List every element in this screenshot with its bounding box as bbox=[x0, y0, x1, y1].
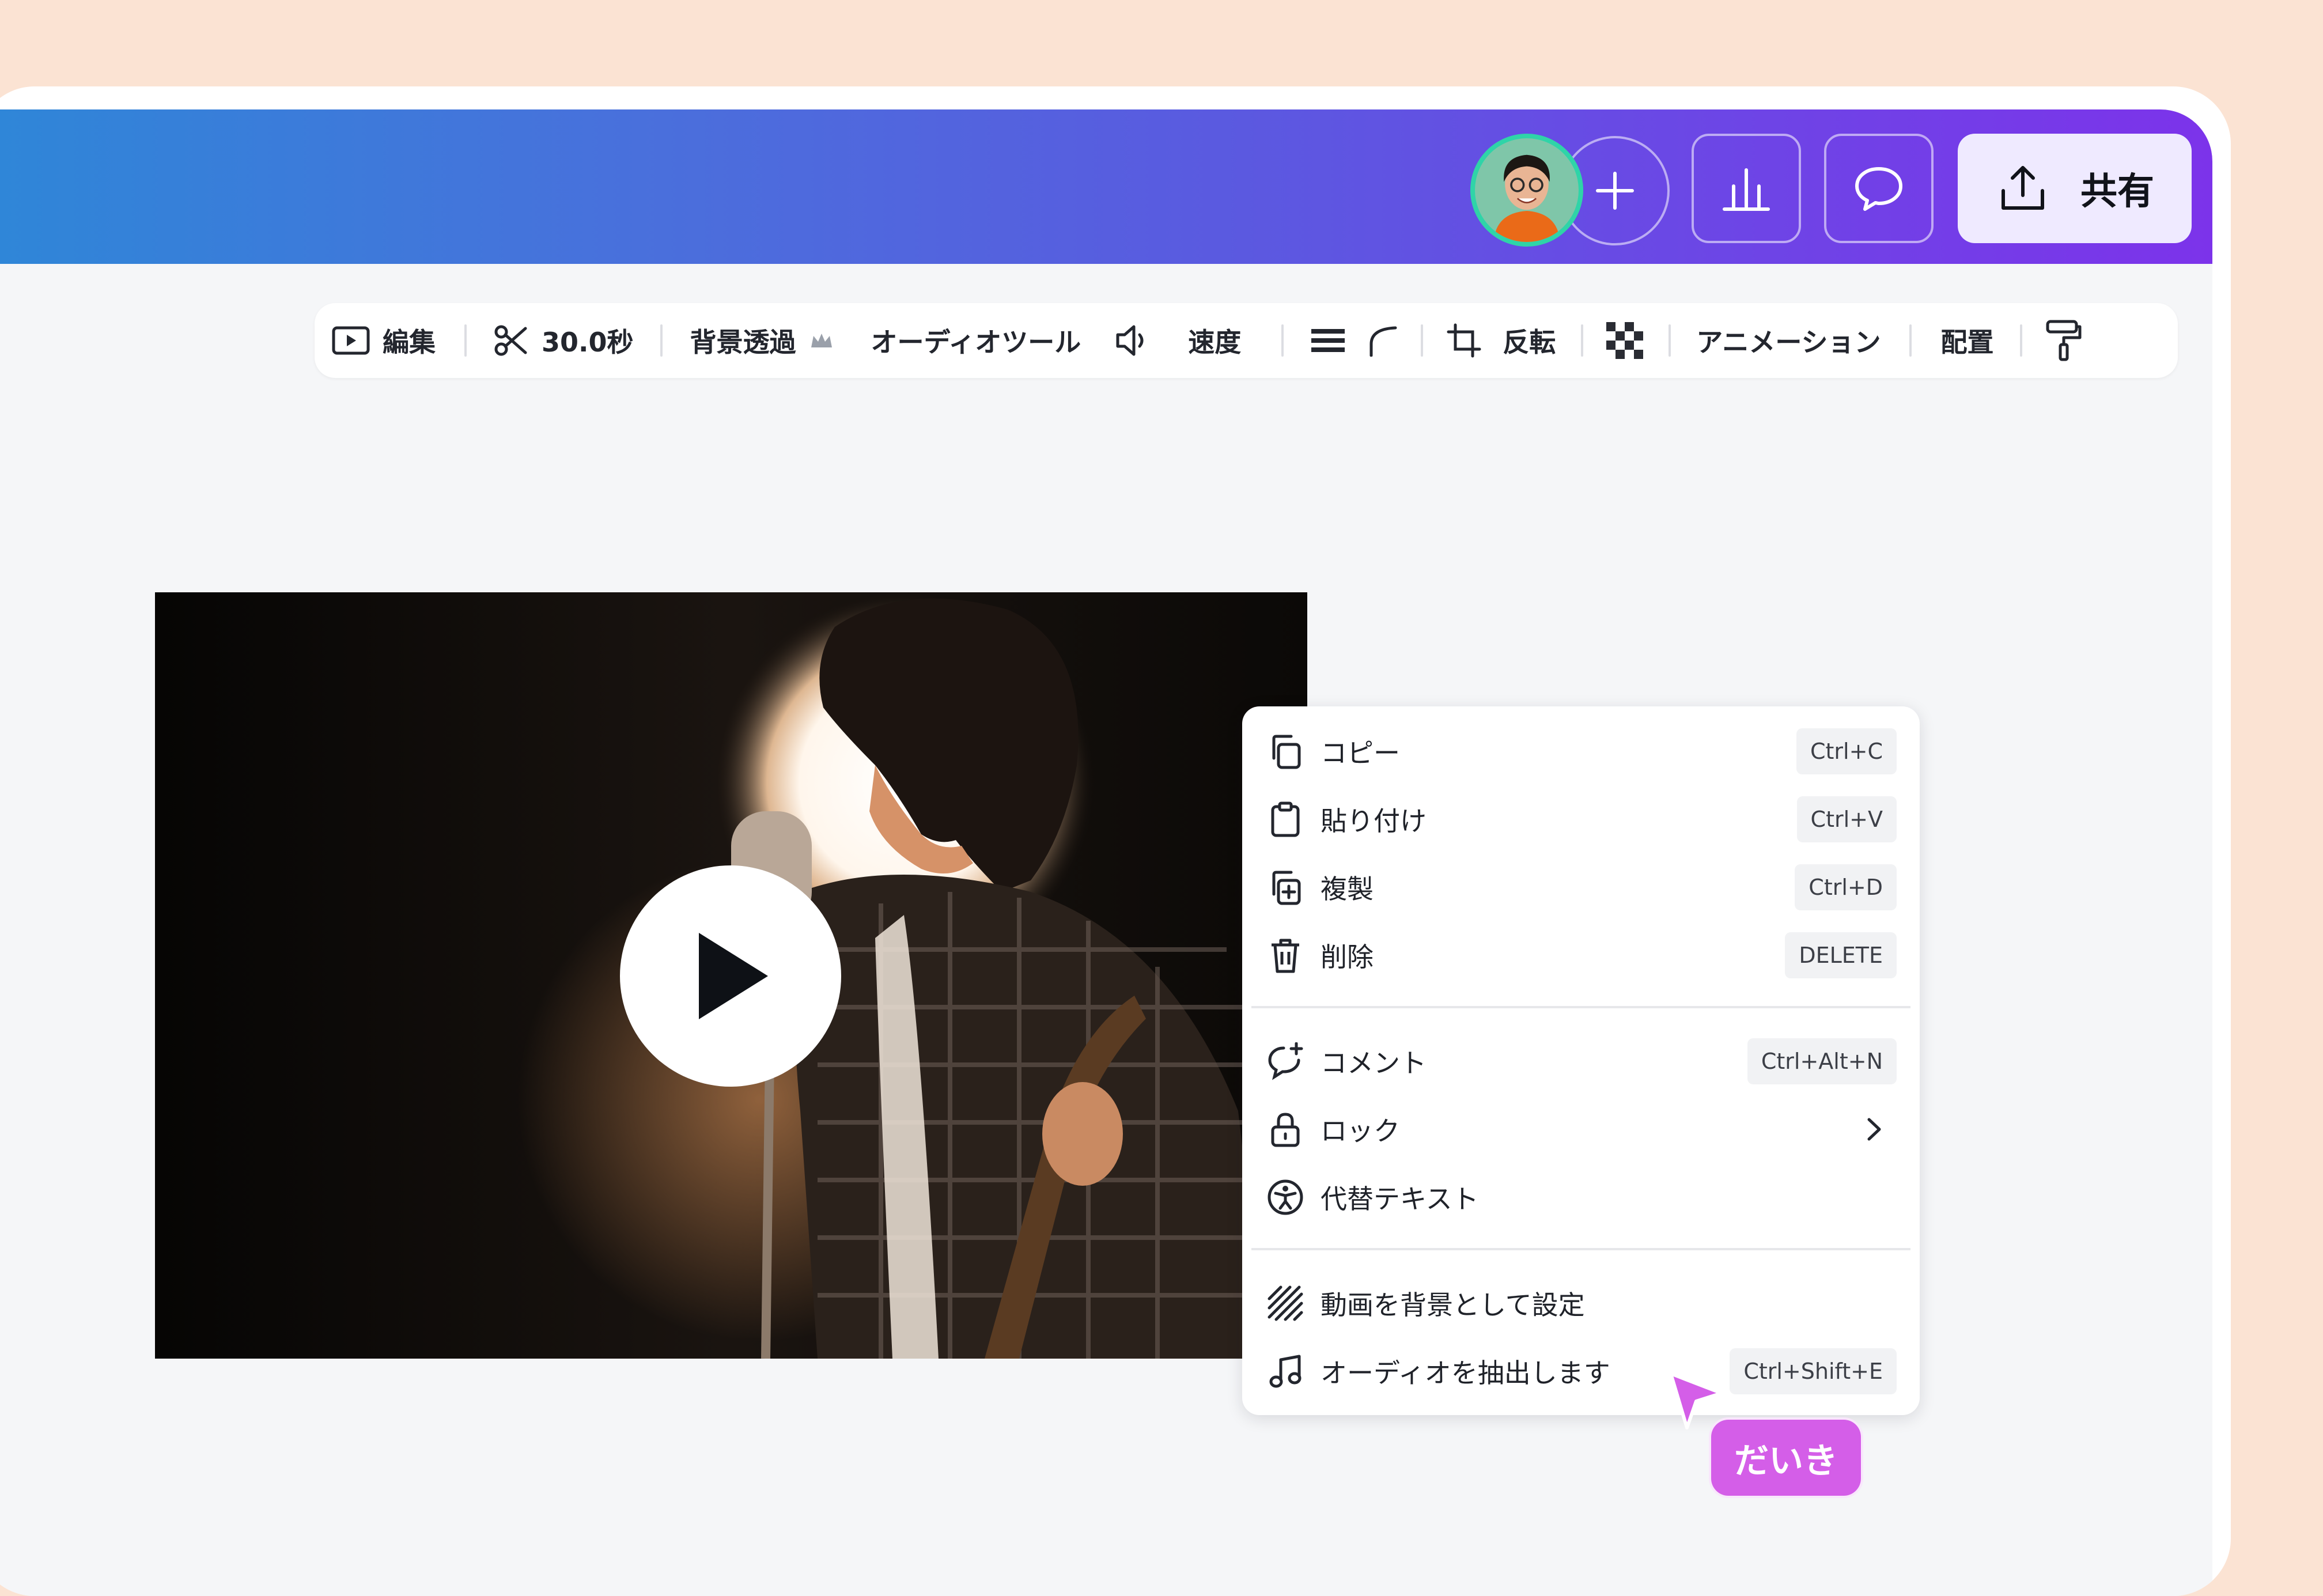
menu-item-alt-text[interactable]: 代替テキスト bbox=[1265, 1170, 1897, 1225]
toolbar-divider bbox=[2020, 324, 2023, 357]
menu-item-label: 貼り付け bbox=[1321, 805, 1427, 837]
menu-item-label: コメント bbox=[1321, 1047, 1427, 1079]
scissors-icon bbox=[494, 325, 527, 356]
element-toolbar: 編集 30.0秒 背景透過 オーディオツール 速度 反転 アニメーション 配置 bbox=[315, 303, 2178, 378]
menu-divider bbox=[1251, 1248, 1910, 1250]
video-frame-icon bbox=[332, 326, 370, 355]
trim-button[interactable]: 30.0秒 bbox=[493, 322, 634, 360]
crown-icon bbox=[811, 334, 832, 347]
play-icon bbox=[699, 933, 768, 1019]
toolbar-divider bbox=[1281, 324, 1284, 357]
toolbar-divider bbox=[1909, 324, 1912, 357]
accessibility-icon bbox=[1265, 1177, 1306, 1217]
add-comment-icon bbox=[1265, 1041, 1306, 1081]
menu-item-delete[interactable]: 削除 DELETE bbox=[1265, 928, 1897, 983]
menu-item-label: 動画を背景として設定 bbox=[1321, 1289, 1585, 1321]
copy-style-button[interactable] bbox=[2045, 319, 2082, 362]
menu-item-label: コピー bbox=[1321, 738, 1400, 769]
play-button[interactable] bbox=[620, 865, 841, 1087]
shortcut-badge: Ctrl+Shift+E bbox=[1730, 1348, 1897, 1394]
shortcut-badge: Ctrl+V bbox=[1796, 796, 1897, 842]
border-style-button[interactable] bbox=[1310, 326, 1346, 355]
hatch-pattern-icon bbox=[1265, 1283, 1306, 1323]
shortcut-badge: Ctrl+Alt+N bbox=[1747, 1038, 1897, 1084]
menu-item-lock[interactable]: ロック bbox=[1265, 1102, 1897, 1157]
corner-rounding-button[interactable] bbox=[1367, 324, 1399, 357]
menu-divider bbox=[1251, 1006, 1910, 1008]
animate-button[interactable]: アニメーション bbox=[1696, 322, 1881, 360]
menu-item-set-as-background[interactable]: 動画を背景として設定 bbox=[1265, 1276, 1897, 1331]
toolbar-divider bbox=[464, 324, 467, 357]
menu-item-paste[interactable]: 貼り付け Ctrl+V bbox=[1265, 792, 1897, 847]
flip-label: 反転 bbox=[1503, 327, 1556, 358]
paint-roller-icon bbox=[2046, 320, 2082, 361]
plus-icon bbox=[1596, 172, 1634, 210]
audio-tools-button[interactable]: オーディオツール bbox=[871, 322, 1081, 360]
collaborator-name-tag: だいき bbox=[1709, 1417, 1863, 1498]
animation-label: アニメーション bbox=[1696, 327, 1881, 358]
volume-button[interactable] bbox=[1114, 323, 1152, 358]
menu-item-label: 削除 bbox=[1321, 941, 1374, 973]
toolbar-divider bbox=[1669, 324, 1671, 357]
crop-icon bbox=[1447, 323, 1481, 358]
speed-button[interactable]: 速度 bbox=[1188, 322, 1241, 360]
audio-tools-label: オーディオツール bbox=[871, 327, 1081, 358]
bg-remove-label: 背景透過 bbox=[690, 327, 796, 358]
share-label: 共有 bbox=[2080, 171, 2154, 213]
shortcut-badge: Ctrl+D bbox=[1795, 864, 1897, 910]
speaker-icon bbox=[1116, 325, 1144, 356]
chevron-right-icon bbox=[1867, 1118, 1881, 1141]
comments-button[interactable] bbox=[1824, 134, 1934, 243]
copy-icon bbox=[1265, 731, 1306, 771]
avatar-photo bbox=[1475, 138, 1579, 242]
menu-item-copy[interactable]: コピー Ctrl+C bbox=[1265, 724, 1897, 779]
line-weight-icon bbox=[1311, 329, 1345, 352]
menu-item-extract-audio[interactable]: オーディオを抽出します Ctrl+Shift+E bbox=[1265, 1344, 1897, 1399]
speech-bubble-icon bbox=[1855, 167, 1902, 211]
menu-item-label: ロック bbox=[1321, 1115, 1400, 1147]
flip-button[interactable]: 反転 bbox=[1503, 322, 1556, 360]
music-note-icon bbox=[1265, 1351, 1306, 1391]
duration-label: 30.0秒 bbox=[542, 327, 634, 358]
edit-video-button[interactable]: 編集 bbox=[332, 322, 436, 360]
checkerboard-icon bbox=[1606, 322, 1644, 359]
crop-button[interactable] bbox=[1446, 323, 1482, 358]
trash-icon bbox=[1265, 935, 1306, 975]
speed-label: 速度 bbox=[1188, 327, 1242, 358]
corner-radius-icon bbox=[1369, 326, 1397, 357]
context-menu: コピー Ctrl+C 貼り付け Ctrl+V 複製 Ctrl+D 削除 DELE… bbox=[1242, 706, 1920, 1415]
menu-item-label: 代替テキスト bbox=[1321, 1183, 1479, 1215]
bar-chart-icon bbox=[1723, 168, 1770, 211]
upload-icon bbox=[2002, 166, 2044, 210]
duplicate-icon bbox=[1265, 867, 1306, 907]
share-button[interactable]: 共有 bbox=[1958, 134, 2192, 243]
toolbar-divider bbox=[660, 324, 663, 357]
insights-button[interactable] bbox=[1692, 134, 1801, 243]
menu-item-label: 複製 bbox=[1321, 873, 1374, 905]
transparency-button[interactable] bbox=[1606, 322, 1644, 359]
menu-item-duplicate[interactable]: 複製 Ctrl+D bbox=[1265, 860, 1897, 915]
toolbar-divider bbox=[1421, 324, 1424, 357]
background-remover-button[interactable]: 背景透過 bbox=[690, 322, 834, 360]
collaborator-avatar[interactable] bbox=[1470, 134, 1583, 247]
edit-label: 編集 bbox=[383, 327, 436, 358]
shortcut-badge: DELETE bbox=[1785, 932, 1897, 978]
clipboard-icon bbox=[1265, 799, 1306, 839]
toolbar-divider bbox=[1581, 324, 1584, 357]
position-label: 配置 bbox=[1940, 327, 1994, 358]
menu-item-comment[interactable]: コメント Ctrl+Alt+N bbox=[1265, 1034, 1897, 1089]
shortcut-badge: Ctrl+C bbox=[1796, 728, 1897, 774]
position-button[interactable]: 配置 bbox=[1940, 322, 1993, 360]
lock-icon bbox=[1265, 1109, 1306, 1149]
